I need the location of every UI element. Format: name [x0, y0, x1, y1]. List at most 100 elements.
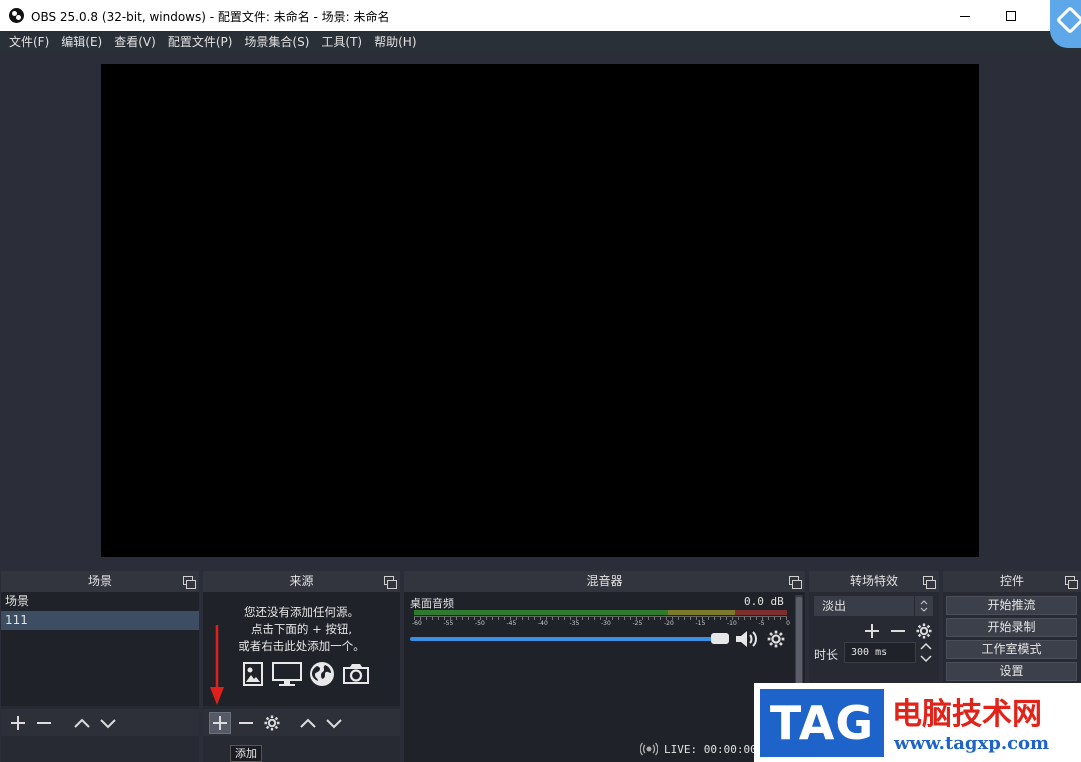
- meter-label: 0: [786, 620, 790, 627]
- gear-icon: [264, 715, 280, 730]
- move-source-up-button[interactable]: [297, 712, 319, 734]
- scene-item[interactable]: 场景: [1, 592, 199, 611]
- add-transition-button[interactable]: [861, 620, 883, 642]
- minimize-button[interactable]: [942, 0, 988, 31]
- preview-area: [0, 54, 1081, 568]
- chevron-up-icon: [920, 642, 932, 650]
- float-dock-icon[interactable]: [183, 576, 196, 589]
- meter-label: -10: [727, 620, 737, 627]
- remove-source-button[interactable]: [235, 712, 257, 734]
- sources-toolbar: [203, 709, 400, 736]
- remove-scene-button[interactable]: [33, 712, 55, 734]
- menu-scene-collection[interactable]: 场景集合(S): [238, 31, 315, 54]
- meter-label: -40: [538, 620, 548, 627]
- menu-help[interactable]: 帮助(H): [368, 31, 422, 54]
- minus-icon: [891, 630, 905, 632]
- meter-label: -30: [601, 620, 611, 627]
- menu-view[interactable]: 查看(V): [108, 31, 162, 54]
- scenes-list[interactable]: 场景 111: [1, 592, 199, 706]
- empty-line: 点击下面的 + 按钮,: [250, 622, 353, 636]
- move-scene-down-button[interactable]: [97, 712, 119, 734]
- meter-label: -20: [664, 620, 674, 627]
- menu-edit[interactable]: 编辑(E): [55, 31, 108, 54]
- transition-properties-button[interactable]: [913, 620, 935, 642]
- corner-badge-icon: [1050, 0, 1081, 48]
- title-bar: OBS 25.0.8 (32-bit, windows) - 配置文件: 未命名…: [0, 0, 1081, 31]
- meter-label: -35: [569, 620, 580, 627]
- chevron-down-icon: [920, 655, 932, 663]
- meter-label: -15: [695, 620, 706, 627]
- studio-mode-button[interactable]: 工作室模式: [946, 640, 1077, 659]
- add-source-button[interactable]: [209, 711, 231, 734]
- scenes-dock-title: 场景: [1, 571, 199, 592]
- menu-tools[interactable]: 工具(T): [315, 31, 368, 54]
- scene-item-selected[interactable]: 111: [1, 611, 199, 630]
- meter-label: -25: [632, 620, 643, 627]
- preview-canvas[interactable]: [101, 64, 979, 557]
- remove-transition-button[interactable]: [887, 620, 909, 642]
- start-recording-button[interactable]: 开始录制: [946, 618, 1077, 637]
- monitor-icon: [272, 662, 302, 686]
- move-source-down-button[interactable]: [323, 712, 345, 734]
- volume-meter: [414, 610, 787, 615]
- meter-labels: -60 -55 -50 -45 -40 -35 -30 -25 -20 -15 -10 -5 0: [412, 620, 790, 627]
- plus-icon: [213, 715, 227, 730]
- move-scene-up-button[interactable]: [71, 712, 93, 734]
- plus-icon: [11, 715, 25, 730]
- menu-profile[interactable]: 配置文件(P): [162, 31, 239, 54]
- status-bar: LIVE: 00:00:00: [640, 739, 770, 759]
- chevron-up-icon: [74, 718, 90, 728]
- float-dock-icon[interactable]: [384, 576, 397, 589]
- obs-logo-icon: [9, 8, 24, 23]
- meter-label: -55: [443, 620, 454, 627]
- add-tooltip: 添加: [230, 745, 262, 762]
- meter-label: -45: [506, 620, 517, 627]
- live-timer: LIVE: 00:00:00: [664, 742, 757, 756]
- source-properties-button[interactable]: [261, 712, 283, 734]
- duration-label: 时长: [814, 648, 839, 662]
- empty-line: 或者右击此处添加一个。: [238, 639, 365, 653]
- transition-tools: [861, 620, 935, 642]
- mixer-dock-title: 混音器: [404, 571, 805, 592]
- float-dock-icon[interactable]: [789, 576, 802, 589]
- chevron-down-icon: [100, 718, 116, 728]
- broadcast-icon: [640, 742, 658, 756]
- duration-stepper[interactable]: [918, 642, 934, 663]
- speaker-icon[interactable]: [735, 629, 759, 649]
- maximize-icon: [1006, 10, 1016, 21]
- start-streaming-button[interactable]: 开始推流: [946, 596, 1077, 615]
- mixer-db-value: 0.0 dB: [744, 595, 784, 608]
- minus-icon: [239, 721, 253, 724]
- duration-input[interactable]: 300 ms: [844, 642, 916, 663]
- meter-label: -50: [475, 620, 485, 627]
- settings-button[interactable]: 设置: [946, 662, 1077, 681]
- source-type-icons: [241, 661, 371, 687]
- transition-select[interactable]: 淡出: [814, 596, 914, 616]
- maximize-button[interactable]: [988, 0, 1034, 31]
- float-dock-icon[interactable]: [1065, 576, 1078, 589]
- transition-select-arrows[interactable]: [915, 596, 933, 616]
- sources-dock: 来源 您还没有添加任何源。 点击下面的 + 按钮, 或者右击此处添加一个。: [203, 571, 400, 762]
- add-scene-button[interactable]: [7, 712, 29, 734]
- volume-slider[interactable]: [410, 637, 728, 641]
- meter-label: -60: [412, 620, 422, 627]
- meter-label: -5: [758, 620, 765, 627]
- mixer-body: 桌面音频 0.0 dB -60 -55 -50 -45 -40 -35 -30 -25 -20-…: [404, 592, 805, 762]
- empty-line: 您还没有添加任何源。: [244, 605, 359, 619]
- watermark-site-name: 电脑技术网: [892, 697, 1042, 732]
- gear-icon[interactable]: [766, 629, 786, 649]
- controls-dock-title: 控件: [943, 571, 1081, 592]
- menu-bar: 文件(F) 编辑(E) 查看(V) 配置文件(P) 场景集合(S) 工具(T) …: [0, 31, 1081, 54]
- scenes-toolbar: [1, 709, 199, 736]
- volume-slider-handle[interactable]: [711, 633, 729, 644]
- float-dock-icon[interactable]: [923, 576, 936, 589]
- sources-dock-title: 来源: [203, 571, 400, 592]
- watermark-tag-logo: TAG: [760, 689, 884, 757]
- up-down-arrows-icon: [920, 600, 928, 612]
- watermark: TAG 电脑技术网 www.tagxp.com: [754, 683, 1081, 762]
- menu-file[interactable]: 文件(F): [3, 31, 55, 54]
- mixer-dock: 混音器 桌面音频 0.0 dB -60 -55 -50 -45 -40 -35 -30 -25…: [404, 571, 805, 762]
- globe-icon: [310, 662, 334, 686]
- gear-icon: [916, 623, 932, 639]
- sources-list[interactable]: 您还没有添加任何源。 点击下面的 + 按钮, 或者右击此处添加一个。: [203, 592, 400, 706]
